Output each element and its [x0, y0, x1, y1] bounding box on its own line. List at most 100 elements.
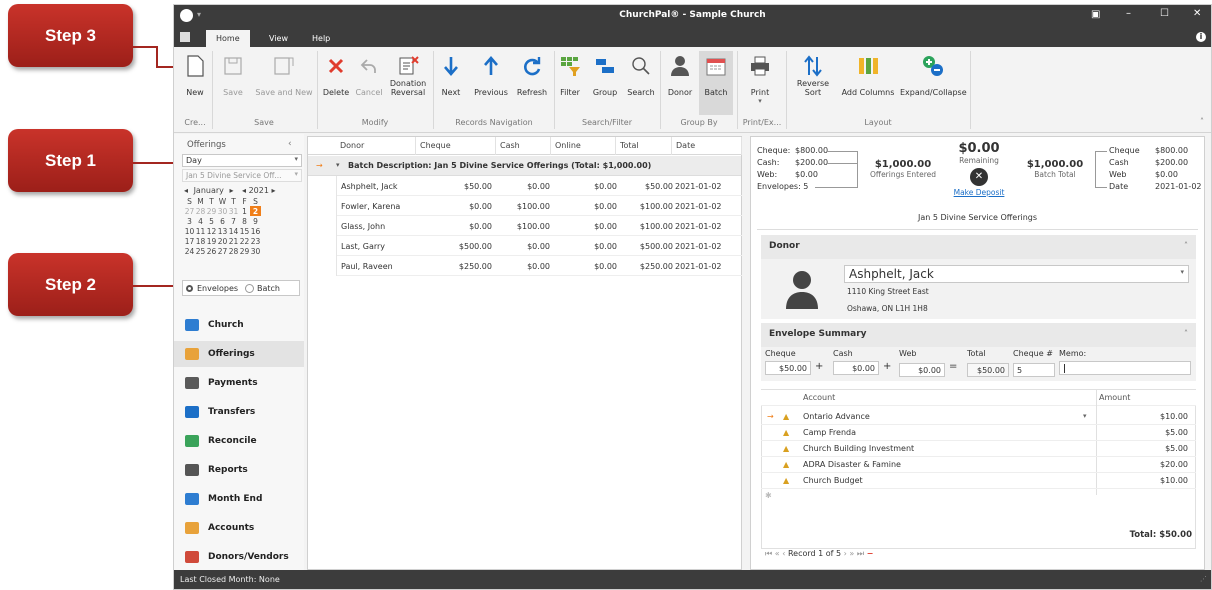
nav-item-transfers[interactable]: Transfers: [182, 399, 255, 425]
calendar-day[interactable]: 17: [184, 236, 195, 246]
donation-reversal-button[interactable]: Donation Reversal: [388, 53, 428, 97]
table-row[interactable]: Glass, John $0.00 $100.00 $0.00 $100.00 2021-…: [336, 217, 742, 236]
table-row[interactable]: Ashphelt, Jack $50.00 $0.00 $0.00 $50.00 2021…: [336, 177, 742, 196]
calendar-day[interactable]: 29: [239, 246, 250, 256]
save-button[interactable]: Save: [218, 53, 248, 97]
add-columns-button[interactable]: Add Columns: [840, 53, 896, 97]
calendar-day[interactable]: 2: [250, 206, 261, 216]
calendar-day[interactable]: 24: [184, 246, 195, 256]
calendar-day[interactable]: 15: [239, 226, 250, 236]
prev-month-icon[interactable]: ◂: [184, 186, 188, 195]
reverse-sort-button[interactable]: Reverse Sort: [796, 53, 830, 97]
nav-item-month-end[interactable]: Month End: [182, 486, 262, 512]
print-button[interactable]: Print ▾: [746, 53, 774, 105]
next-button[interactable]: Next: [438, 53, 464, 97]
next-page-icon[interactable]: »: [849, 549, 854, 558]
next-year-icon[interactable]: ▸: [271, 186, 275, 195]
calendar-day[interactable]: 30: [217, 206, 228, 216]
next-month-icon[interactable]: ▸: [229, 186, 233, 195]
calendar-day[interactable]: 26: [206, 246, 217, 256]
calendar-day[interactable]: 7: [228, 216, 239, 226]
envelopes-radio[interactable]: [186, 285, 193, 292]
delete-record-icon[interactable]: −: [867, 549, 874, 558]
column-header-date[interactable]: Date: [672, 137, 742, 155]
calendar-day[interactable]: 25: [195, 246, 206, 256]
envelope-summary-header[interactable]: Envelope Summary ˄: [761, 323, 1196, 347]
nav-item-donors-vendors[interactable]: Donors/Vendors: [182, 544, 289, 570]
delete-button[interactable]: Delete: [322, 53, 350, 97]
calendar-day[interactable]: 8: [239, 216, 250, 226]
previous-button[interactable]: Previous: [471, 53, 511, 97]
nav-item-accounts[interactable]: Accounts: [182, 515, 254, 541]
tab-home[interactable]: Home: [206, 30, 250, 47]
column-header-amount[interactable]: Amount: [1099, 393, 1130, 402]
calendar-day[interactable]: 4: [195, 216, 206, 226]
calendar-day[interactable]: 5: [206, 216, 217, 226]
calendar-day[interactable]: 27: [184, 206, 195, 216]
last-record-icon[interactable]: ⏭: [857, 549, 864, 558]
calendar-day[interactable]: 1: [239, 206, 250, 216]
nav-item-payments[interactable]: Payments: [182, 370, 258, 396]
restore-layout-icon[interactable]: ▣: [1091, 9, 1100, 20]
group-row[interactable]: → ▾ Batch Description: Jan 5 Divine Serv…: [308, 156, 741, 176]
account-row[interactable]: ▲ Church Building Investment $5.00: [761, 441, 1196, 457]
account-row[interactable]: ▲ ADRA Disaster & Famine $20.00: [761, 457, 1196, 473]
calendar-day[interactable]: 11: [195, 226, 206, 236]
nav-item-offerings[interactable]: Offerings: [174, 341, 304, 367]
column-header-account[interactable]: Account: [803, 393, 835, 402]
info-icon[interactable]: i: [1196, 32, 1206, 42]
tab-view[interactable]: View: [259, 30, 298, 47]
prev-page-icon[interactable]: «: [775, 549, 780, 558]
table-row[interactable]: Fowler, Karena $0.00 $100.00 $0.00 $100.00 20…: [336, 197, 742, 216]
calendar-day[interactable]: 30: [250, 246, 261, 256]
calendar-day[interactable]: 22: [239, 236, 250, 246]
minimize-icon[interactable]: –: [1126, 8, 1131, 19]
calendar-day[interactable]: 6: [217, 216, 228, 226]
collapse-icon[interactable]: ˄: [1184, 241, 1188, 250]
calendar-day[interactable]: 28: [228, 246, 239, 256]
account-row[interactable]: → ▲ Ontario Advance $10.00 ▾: [761, 409, 1196, 425]
maximize-icon[interactable]: ☐: [1160, 8, 1169, 19]
nav-item-reconcile[interactable]: Reconcile: [182, 428, 257, 454]
expand-collapse-button[interactable]: Expand/Collapse: [900, 53, 967, 97]
memo-input[interactable]: [1059, 361, 1191, 375]
column-header-cash[interactable]: Cash: [496, 137, 551, 155]
calendar-day[interactable]: 12: [206, 226, 217, 236]
search-button[interactable]: Search: [626, 53, 656, 97]
resize-grip-icon[interactable]: ⋰: [1200, 575, 1207, 583]
calendar-day[interactable]: 9: [250, 216, 261, 226]
batch-button[interactable]: Batch: [699, 51, 733, 115]
cheque-input[interactable]: $50.00: [765, 361, 811, 375]
refresh-button[interactable]: Refresh: [514, 53, 550, 97]
account-row[interactable]: ▲ Camp Frenda $5.00: [761, 425, 1196, 441]
calendar-day[interactable]: 13: [217, 226, 228, 236]
cheque-number-input[interactable]: 5: [1013, 363, 1055, 377]
batch-select[interactable]: Jan 5 Divine Service Off... ▾: [182, 169, 302, 182]
cash-input[interactable]: $0.00: [833, 361, 879, 375]
file-menu-icon[interactable]: [180, 32, 190, 42]
group-button[interactable]: Group: [592, 53, 618, 97]
calendar-day[interactable]: 10: [184, 226, 195, 236]
save-and-new-button[interactable]: Save and New: [254, 53, 314, 97]
tab-help[interactable]: Help: [302, 30, 340, 47]
column-header-online[interactable]: Online: [551, 137, 616, 155]
close-icon[interactable]: ✕: [1193, 8, 1201, 19]
donor-panel-header[interactable]: Donor ˄: [761, 235, 1196, 259]
donor-button[interactable]: Donor: [665, 53, 695, 97]
first-record-icon[interactable]: ⏮: [765, 549, 772, 558]
new-button[interactable]: New: [182, 53, 208, 97]
calendar-day[interactable]: 19: [206, 236, 217, 246]
column-header-cheque[interactable]: Cheque: [416, 137, 496, 155]
calendar-day[interactable]: 29: [206, 206, 217, 216]
table-row[interactable]: Last, Garry $500.00 $0.00 $0.00 $500.00 2021-…: [336, 237, 742, 256]
print-dropdown-icon[interactable]: ▾: [746, 97, 774, 105]
calendar-day[interactable]: 31: [228, 206, 239, 216]
nav-item-reports[interactable]: Reports: [182, 457, 248, 483]
column-header-total[interactable]: Total: [616, 137, 672, 155]
next-record-icon[interactable]: ›: [844, 549, 847, 558]
calendar-day[interactable]: 14: [228, 226, 239, 236]
calendar-day[interactable]: 27: [217, 246, 228, 256]
web-input[interactable]: $0.00: [899, 363, 945, 377]
collapse-icon[interactable]: ˄: [1184, 329, 1188, 338]
new-row-star-icon[interactable]: ✱: [765, 491, 772, 500]
